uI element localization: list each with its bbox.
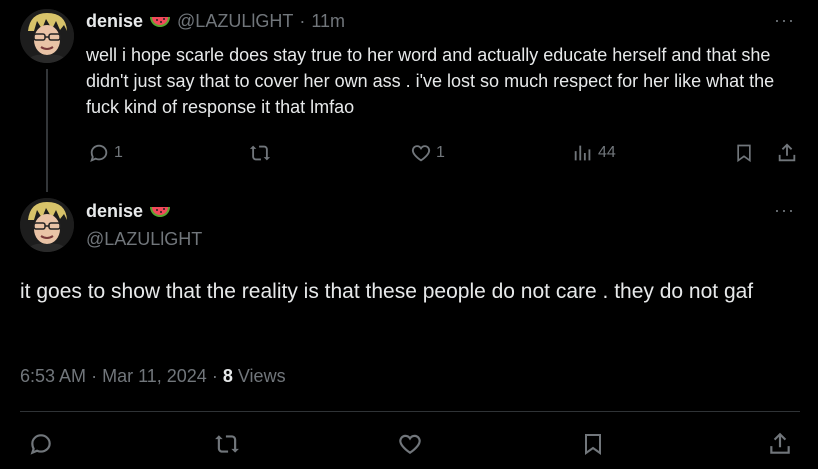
timestamp[interactable]: 11m (311, 11, 345, 32)
bookmark-button[interactable] (581, 431, 605, 457)
avatar[interactable] (20, 9, 74, 63)
more-options-icon[interactable]: ··· (774, 10, 795, 31)
divider (20, 411, 800, 412)
watermelon-icon (149, 205, 171, 219)
more-options-icon[interactable]: ··· (774, 200, 795, 221)
analytics-icon (574, 145, 591, 161)
views-label: Views (237, 366, 286, 386)
like-button[interactable] (397, 431, 423, 457)
handle[interactable]: @LAZULlGHT (86, 229, 202, 250)
thread-line (46, 69, 48, 192)
tweet-date[interactable]: Mar 11, 2024 (102, 366, 207, 386)
share-icon (778, 143, 796, 162)
tweet-text: well i hope scarle does stay true to her… (86, 45, 775, 117)
avatar[interactable] (20, 198, 74, 252)
share-icon (770, 432, 790, 454)
reply-icon (30, 434, 51, 455)
tweet-time[interactable]: 6:53 AM (20, 366, 86, 386)
like-count: 1 (436, 144, 445, 161)
separator: · (211, 366, 218, 386)
retweet-button[interactable] (213, 431, 241, 457)
avatar-image (20, 198, 74, 252)
avatar-image (20, 9, 74, 63)
display-name[interactable]: denise (86, 201, 143, 222)
handle[interactable]: @LAZULlGHT (177, 11, 293, 32)
bookmark-icon (737, 144, 751, 163)
retweet-icon (249, 145, 271, 161)
views-count: 44 (598, 144, 616, 161)
reply-icon (90, 144, 108, 162)
watermelon-icon (149, 15, 171, 29)
tweet-header: denise (86, 201, 171, 222)
share-button[interactable] (767, 431, 793, 457)
separator: · (91, 366, 98, 386)
heart-icon (399, 434, 421, 454)
reply-count: 1 (114, 144, 123, 161)
retweet-icon (215, 435, 239, 453)
bookmark-icon (585, 434, 601, 455)
reply-button[interactable] (28, 431, 54, 457)
share-button[interactable] (776, 142, 798, 164)
tweet-header: denise @LAZULlGHT · 11m (86, 11, 345, 32)
bookmark-button[interactable] (734, 142, 754, 164)
tweet-meta: 6:53 AM · Mar 11, 2024 · 8 Views (20, 366, 286, 387)
heart-icon (411, 145, 431, 162)
reply-button[interactable]: 1 (88, 142, 123, 164)
views-count: 8 (222, 366, 233, 386)
views-button[interactable]: 44 (572, 142, 616, 164)
retweet-button[interactable] (248, 142, 272, 164)
like-button[interactable]: 1 (410, 142, 445, 164)
tweet-text: it goes to show that the reality is that… (20, 280, 754, 303)
display-name[interactable]: denise (86, 11, 143, 32)
separator: · (299, 11, 306, 31)
